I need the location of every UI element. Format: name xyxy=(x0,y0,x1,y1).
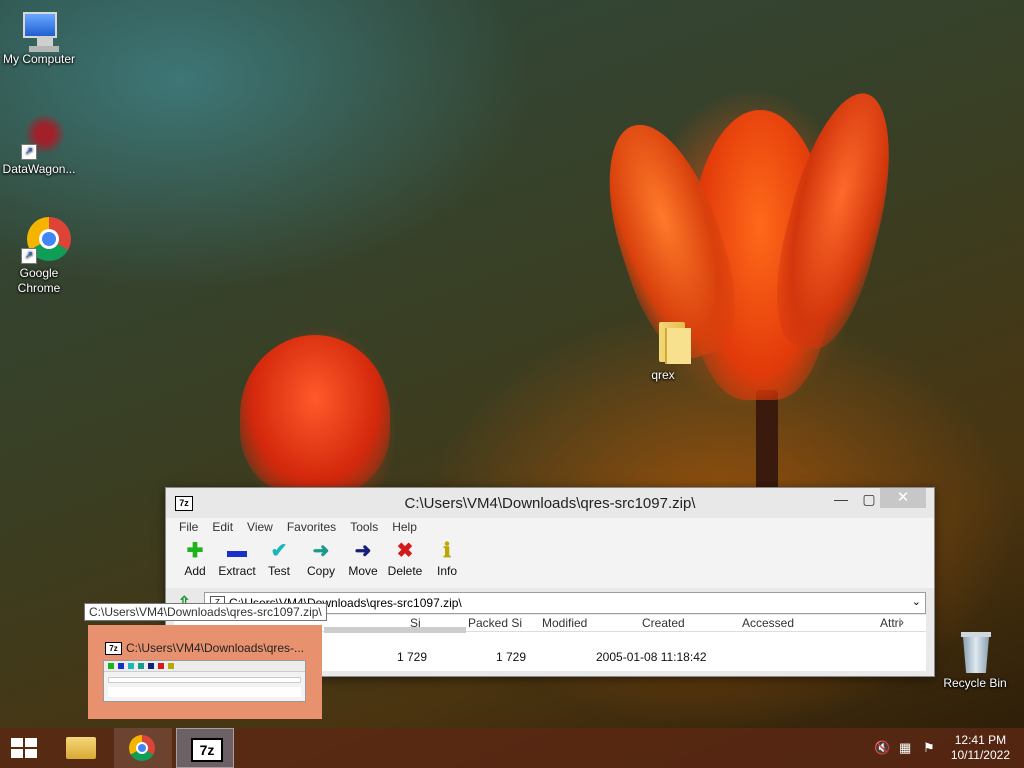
datawagon-icon: ↗ xyxy=(15,112,65,160)
copy-icon: ➜ xyxy=(312,540,330,562)
minimize-button[interactable]: — xyxy=(826,488,856,510)
desktop-icon-qrex[interactable]: qrex xyxy=(621,318,705,383)
column-attributes[interactable]: Attri xyxy=(880,616,901,630)
taskbar-7zip[interactable]: 7z xyxy=(176,728,234,768)
menu-help[interactable]: Help xyxy=(385,518,424,536)
menu-tools[interactable]: Tools xyxy=(343,518,385,536)
move-icon: ➜ xyxy=(354,540,372,562)
clock-time: 12:41 PM xyxy=(954,733,1007,747)
preview-thumbnail[interactable] xyxy=(103,660,306,702)
desktop-icon-label: Google Chrome xyxy=(17,266,61,295)
toolbar-button-label: Test xyxy=(267,564,290,578)
column-modified[interactable]: Modified xyxy=(542,616,587,630)
speaker-muted-icon[interactable]: 🔇 xyxy=(874,740,890,756)
close-button[interactable]: ✕ xyxy=(880,488,926,508)
toolbar-delete-button[interactable]: ✖ Delete xyxy=(384,540,426,578)
desktop-icon-google-chrome[interactable]: ↗ Google Chrome xyxy=(0,216,81,296)
desktop-icon-my-computer[interactable]: My Computer xyxy=(0,8,81,67)
computer-icon xyxy=(15,8,63,56)
column-created[interactable]: Created xyxy=(642,616,685,630)
extract-icon: ▬ xyxy=(227,540,247,562)
window-titlebar[interactable]: 7z C:\Users\VM4\Downloads\qres-src1097.z… xyxy=(166,488,934,518)
start-button[interactable] xyxy=(0,728,58,768)
desktop-icon-datawagon[interactable]: ↗ DataWagon... xyxy=(0,112,81,177)
toolbar-button-label: Move xyxy=(348,564,378,578)
desktop-icon-recycle-bin[interactable]: Recycle Bin xyxy=(933,630,1017,691)
add-icon: ✚ xyxy=(186,540,204,562)
7zip-icon: 7z xyxy=(191,738,223,762)
path-tooltip: C:\Users\VM4\Downloads\qres-src1097.zip\ xyxy=(84,603,327,621)
chevron-down-icon[interactable]: ⌄ xyxy=(912,595,921,608)
toolbar-add-button[interactable]: ✚ Add xyxy=(174,540,216,578)
preview-title: C:\Users\VM4\Downloads\qres-... xyxy=(126,641,305,655)
column-packed-size[interactable]: Packed Si xyxy=(468,616,522,630)
taskbar-preview[interactable]: 7z C:\Users\VM4\Downloads\qres-... xyxy=(88,625,322,719)
taskbar-file-explorer[interactable] xyxy=(52,728,110,768)
taskbar-chrome[interactable] xyxy=(114,728,172,768)
toolbar-info-button[interactable]: ℹ Info xyxy=(426,540,468,578)
action-center-icon[interactable]: ⚑ xyxy=(923,740,935,756)
desktop-icon-label: DataWagon... xyxy=(2,162,76,176)
toolbar-move-button[interactable]: ➜ Move xyxy=(342,540,384,578)
menu-favorites[interactable]: Favorites xyxy=(280,518,343,536)
menu-file[interactable]: File xyxy=(172,518,205,536)
desktop-icon-label: Recycle Bin xyxy=(943,676,1007,690)
row-modified: 2005-01-08 11:18:42 xyxy=(596,650,707,664)
toolbar-button-label: Info xyxy=(436,564,457,578)
menu-edit[interactable]: Edit xyxy=(205,518,240,536)
desktop-icon-label: qrex xyxy=(651,368,675,382)
shortcut-arrow-icon: ↗ xyxy=(21,144,37,160)
row-packed-size: 1 729 xyxy=(496,650,527,664)
toolbar-test-button[interactable]: ✔ Test xyxy=(258,540,300,578)
toolbar-button-label: Add xyxy=(184,564,206,578)
horizontal-scrollbar[interactable] xyxy=(324,627,466,633)
delete-icon: ✖ xyxy=(396,540,414,562)
test-icon: ✔ xyxy=(270,540,288,562)
start-icon xyxy=(11,738,37,758)
network-icon[interactable]: ▦ xyxy=(899,740,911,756)
column-accessed[interactable]: Accessed xyxy=(742,616,794,630)
chrome-icon: ↗ xyxy=(15,216,71,264)
clock[interactable]: 12:41 PM 10/11/2022 xyxy=(951,733,1010,763)
menu-view[interactable]: View xyxy=(240,518,280,536)
folder-icon xyxy=(639,318,691,366)
toolbar: ✚ Add ▬ Extract ✔ Test ➜ Copy ➜ Move ✖ Delete ℹ Info xyxy=(166,538,934,588)
file-explorer-icon xyxy=(66,737,96,759)
row-size: 1 729 xyxy=(397,650,428,664)
menu-bar: File Edit View Favorites Tools Help xyxy=(166,518,934,538)
window-title: C:\Users\VM4\Downloads\qres-src1097.zip\ xyxy=(404,495,696,512)
7zip-app-icon: 7z xyxy=(105,642,122,655)
toolbar-copy-button[interactable]: ➜ Copy xyxy=(300,540,342,578)
scroll-right-icon[interactable]: › xyxy=(900,615,904,629)
toolbar-extract-button[interactable]: ▬ Extract xyxy=(216,540,258,578)
taskbar: 7z 🔇 ▦ ⚑ 12:41 PM 10/11/2022 xyxy=(0,728,1024,768)
recycle-bin-icon xyxy=(951,630,999,678)
clock-date: 10/11/2022 xyxy=(950,748,1010,762)
toolbar-button-label: Extract xyxy=(218,564,256,578)
toolbar-button-label: Delete xyxy=(387,564,423,578)
info-icon: ℹ xyxy=(443,540,451,562)
toolbar-button-label: Copy xyxy=(306,564,335,578)
shortcut-arrow-icon: ↗ xyxy=(21,248,37,264)
